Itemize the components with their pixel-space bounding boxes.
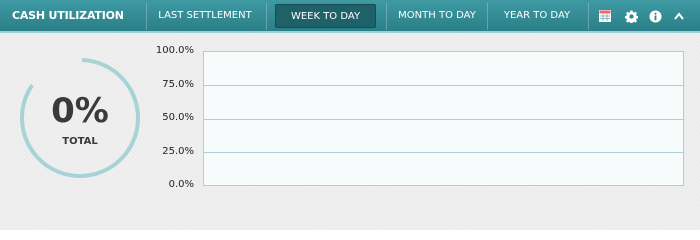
info-icon[interactable] — [648, 9, 662, 23]
grid-line — [204, 85, 683, 87]
widget-header: CASH UTILIZATION LAST SETTLEMENT WEEK TO… — [0, 0, 700, 33]
chevron-up-icon[interactable] — [672, 9, 686, 23]
grid-line — [204, 118, 683, 120]
y-tick-label: 75.0% — [162, 78, 194, 90]
widget-title: CASH UTILIZATION — [12, 9, 124, 22]
y-tick-label: 0.0% — [168, 179, 194, 190]
grid-line — [204, 151, 683, 153]
cash-utilization-widget: CASH UTILIZATION LAST SETTLEMENT WEEK TO… — [0, 0, 700, 230]
tab-last-settlement[interactable]: LAST SETTLEMENT — [150, 4, 260, 28]
tab-week-to-day[interactable]: WEEK TO DAY — [275, 4, 376, 28]
tab-separator — [487, 3, 488, 30]
gauge-value: 0% — [51, 91, 109, 131]
plot-area — [203, 51, 684, 186]
tab-separator — [146, 3, 147, 30]
y-tick-label: 100.0% — [155, 45, 194, 56]
y-tick-label: 50.0% — [162, 112, 194, 123]
tab-month-to-day[interactable]: MONTH TO DAY — [389, 4, 485, 28]
y-tick-label: 25.0% — [162, 145, 194, 157]
tab-year-to-day[interactable]: YEAR TO DAY — [496, 4, 578, 28]
tab-separator — [386, 3, 387, 30]
tab-separator — [588, 3, 589, 30]
tab-separator — [266, 3, 267, 30]
gear-icon[interactable] — [624, 9, 638, 23]
calendar-icon[interactable] — [598, 9, 612, 23]
gauge-label: TOTAL — [62, 136, 98, 147]
